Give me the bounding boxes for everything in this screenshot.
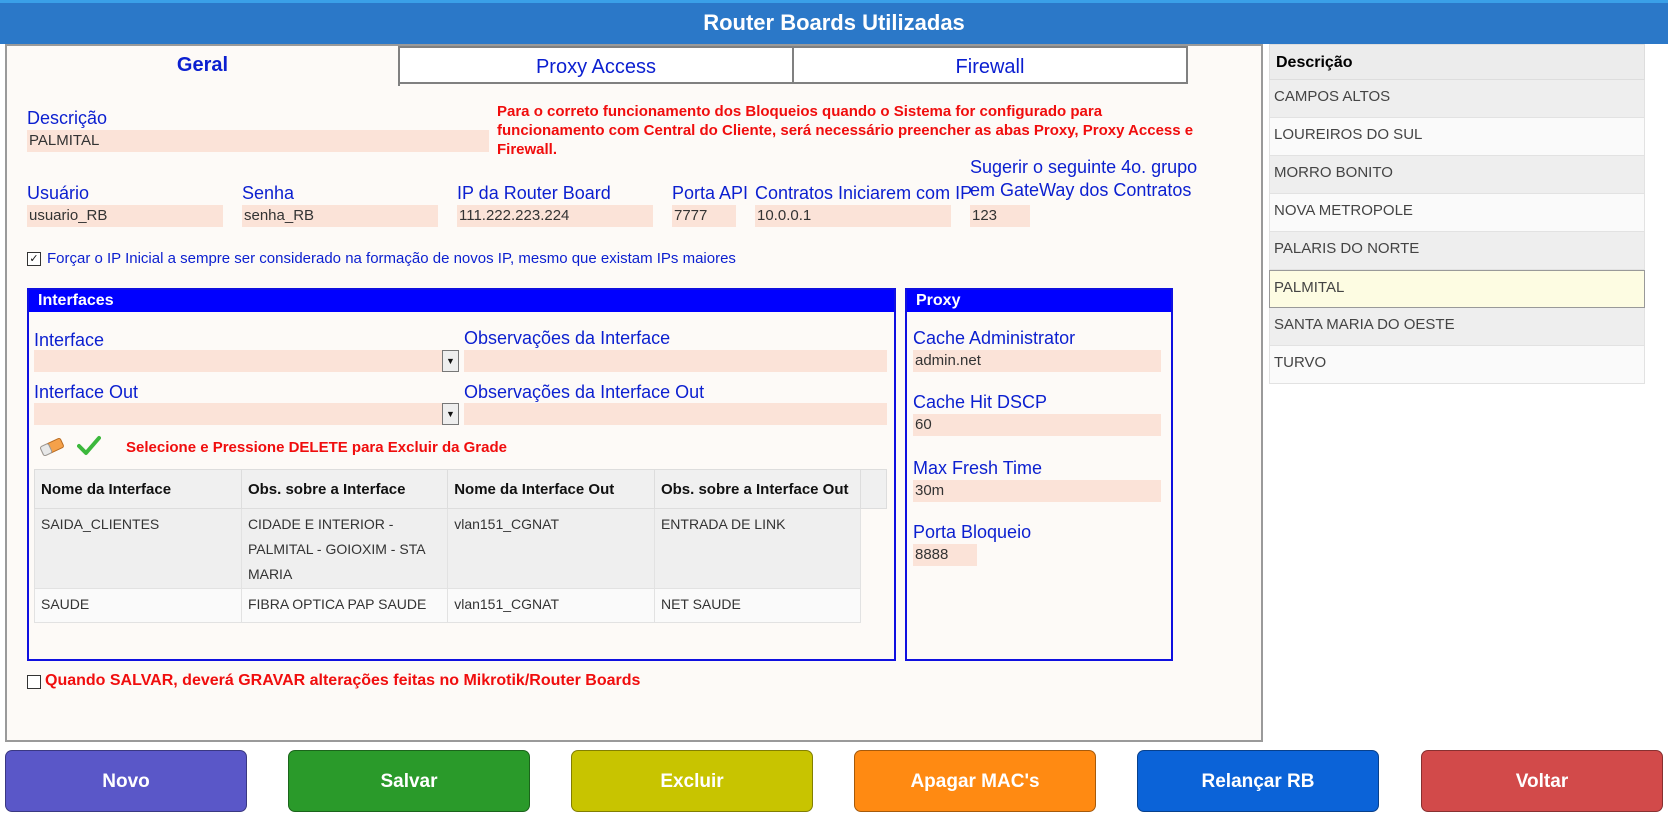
tab-geral[interactable]: Geral: [7, 46, 400, 86]
col-obs-interface[interactable]: Obs. sobre a Interface: [240, 469, 449, 509]
descricao-label: Descrição: [27, 108, 108, 128]
sugerir-label-line2: em GateWay dos Contratos: [970, 180, 1192, 200]
porta-bloqueio-label: Porta Bloqueio: [913, 522, 1032, 542]
grid-header-row: Nome da Interface Obs. sobre a Interface…: [34, 469, 887, 509]
list-item[interactable]: MORRO BONITO: [1269, 156, 1645, 194]
interface-out-label: Interface Out: [34, 382, 139, 402]
porta-api-label: Porta API: [672, 183, 749, 203]
cache-admin-label: Cache Administrator: [913, 328, 1076, 348]
list-item[interactable]: NOVA METROPOLE: [1269, 194, 1645, 232]
window-title: Router Boards Utilizadas: [0, 0, 1668, 44]
ip-router-field[interactable]: 111.222.223.224: [457, 205, 653, 227]
sugerir-label-line1: Sugerir o seguinte 4o. grupo: [970, 157, 1198, 177]
usuario-field[interactable]: usuario_RB: [27, 205, 223, 227]
max-fresh-field[interactable]: 30m: [913, 480, 1161, 502]
cache-admin-field[interactable]: admin.net: [913, 350, 1161, 372]
descricao-field[interactable]: PALMITAL: [27, 130, 489, 152]
cell-nome-interface[interactable]: SAIDA_CLIENTES: [34, 508, 242, 589]
list-item[interactable]: SANTA MARIA DO OESTE: [1269, 308, 1645, 346]
contratos-ip-label: Contratos Iniciarem com IP: [755, 183, 973, 203]
forcar-ip-checkbox[interactable]: ✓: [27, 252, 41, 266]
cell-nome-interface[interactable]: SAUDE: [34, 588, 242, 623]
forcar-ip-label: Forçar o IP Inicial a sempre ser conside…: [47, 250, 736, 267]
list-item[interactable]: TURVO: [1269, 346, 1645, 384]
cell-spacer: [860, 508, 887, 589]
col-spacer: [860, 469, 887, 509]
interface-select[interactable]: [34, 350, 442, 372]
interfaces-title: Interfaces: [29, 290, 894, 312]
check-icon[interactable]: [77, 434, 101, 456]
proxy-title: Proxy: [907, 290, 1171, 312]
main-panel: Geral Proxy Access Firewall Descrição PA…: [5, 44, 1263, 742]
tab-bar: Geral Proxy Access Firewall: [7, 46, 1261, 86]
max-fresh-label: Max Fresh Time: [913, 458, 1043, 478]
interfaces-grid[interactable]: Nome da Interface Obs. sobre a Interface…: [34, 469, 887, 623]
obs-interface-field[interactable]: [464, 350, 887, 372]
router-list-header[interactable]: Descrição: [1269, 44, 1645, 80]
usuario-label: Usuário: [27, 183, 90, 203]
obs-interface-label: Observações da Interface: [464, 328, 671, 348]
cell-nome-interface-out[interactable]: vlan151_CGNAT: [447, 508, 655, 589]
cell-spacer: [860, 588, 887, 623]
list-item[interactable]: CAMPOS ALTOS: [1269, 80, 1645, 118]
interface-dropdown-icon[interactable]: ▼: [442, 350, 459, 372]
eraser-icon[interactable]: [39, 436, 65, 458]
contratos-ip-field[interactable]: 10.0.0.1: [755, 205, 951, 227]
proxy-panel: Proxy Cache Administrator admin.net Cach…: [905, 288, 1173, 661]
list-item[interactable]: LOUREIROS DO SUL: [1269, 118, 1645, 156]
interface-out-dropdown-icon[interactable]: ▼: [442, 403, 459, 425]
ip-router-label: IP da Router Board: [457, 183, 611, 203]
cell-obs-interface-out[interactable]: NET SAUDE: [653, 588, 862, 623]
senha-field[interactable]: senha_RB: [242, 205, 438, 227]
interface-label: Interface: [34, 330, 105, 350]
cell-nome-interface-out[interactable]: vlan151_CGNAT: [447, 588, 655, 623]
delete-hint: Selecione e Pressione DELETE para Exclui…: [126, 439, 507, 456]
salvar-button[interactable]: Salvar: [288, 750, 530, 812]
senha-label: Senha: [242, 183, 295, 203]
col-obs-interface-out[interactable]: Obs. sobre a Interface Out: [653, 469, 862, 509]
interface-out-select[interactable]: [34, 403, 442, 425]
list-item-selected[interactable]: PALMITAL: [1269, 270, 1645, 308]
apagar-macs-button[interactable]: Apagar MAC's: [854, 750, 1096, 812]
gravar-mikrotik-checkbox[interactable]: [27, 675, 41, 689]
config-warning: Para o correto funcionamento dos Bloquei…: [497, 103, 1194, 158]
excluir-button[interactable]: Excluir: [571, 750, 813, 812]
gravar-mikrotik-label: Quando SALVAR, deverá GRAVAR alterações …: [45, 672, 641, 689]
cache-hit-field[interactable]: 60: [913, 414, 1161, 436]
table-row[interactable]: SAUDE FIBRA OPTICA PAP SAUDE vlan151_CGN…: [34, 588, 887, 623]
col-nome-interface-out[interactable]: Nome da Interface Out: [447, 469, 655, 509]
obs-interface-out-label: Observações da Interface Out: [464, 382, 705, 402]
porta-bloqueio-field[interactable]: 8888: [913, 544, 977, 566]
cell-obs-interface-out[interactable]: ENTRADA DE LINK: [653, 508, 862, 589]
obs-interface-out-field[interactable]: [464, 403, 887, 425]
table-row[interactable]: SAIDA_CLIENTES CIDADE E INTERIOR - PALMI…: [34, 508, 887, 589]
list-item[interactable]: PALARIS DO NORTE: [1269, 232, 1645, 270]
col-nome-interface[interactable]: Nome da Interface: [34, 469, 242, 509]
cache-hit-label: Cache Hit DSCP: [913, 392, 1048, 412]
cell-obs-interface[interactable]: CIDADE E INTERIOR - PALMITAL - GOIOXIM -…: [240, 508, 449, 589]
interfaces-panel: Interfaces Interface ▼ Observações da In…: [27, 288, 896, 661]
sugerir-field[interactable]: 123: [970, 205, 1030, 227]
relancar-rb-button[interactable]: Relançar RB: [1137, 750, 1379, 812]
novo-button[interactable]: Novo: [5, 750, 247, 812]
tab-proxy-access[interactable]: Proxy Access: [398, 46, 794, 84]
router-list: Descrição CAMPOS ALTOS LOUREIROS DO SUL …: [1269, 44, 1645, 384]
cell-obs-interface[interactable]: FIBRA OPTICA PAP SAUDE: [240, 588, 449, 623]
tab-firewall[interactable]: Firewall: [792, 46, 1188, 84]
voltar-button[interactable]: Voltar: [1421, 750, 1663, 812]
porta-api-field[interactable]: 7777: [672, 205, 736, 227]
